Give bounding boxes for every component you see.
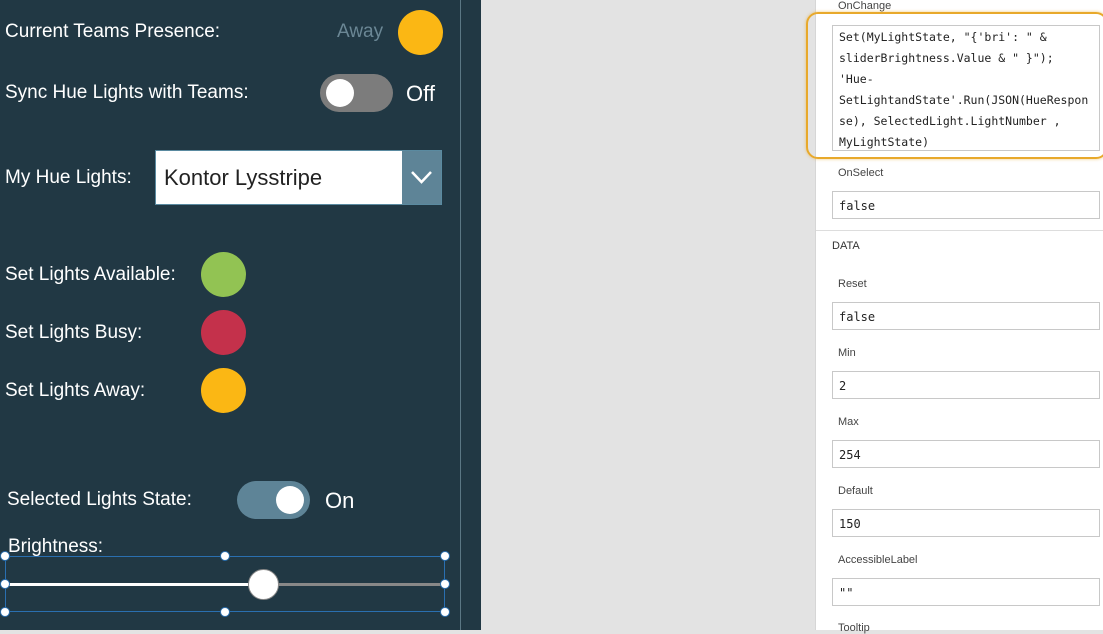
slider-track-filled [8, 583, 264, 586]
presence-value: Away [337, 21, 384, 42]
presence-label: Current Teams Presence: [5, 21, 221, 42]
min-label: Min [838, 347, 856, 359]
sync-toggle[interactable] [320, 74, 393, 112]
brightness-slider-thumb[interactable] [248, 569, 279, 600]
app-canvas: Current Teams Presence: Away Sync Hue Li… [0, 0, 460, 630]
busy-label: Set Lights Busy: [5, 322, 143, 343]
canvas-margin [461, 0, 481, 630]
state-label: Selected Lights State: [7, 489, 192, 510]
brightness-label: Brightness: [8, 536, 104, 557]
state-toggle[interactable] [237, 481, 310, 519]
resize-handle-middle-right[interactable] [440, 579, 450, 589]
max-label: Max [838, 416, 859, 428]
dropdown-selected-value: Kontor Lysstripe [164, 165, 323, 190]
onselect-label: OnSelect [838, 167, 884, 179]
reset-label: Reset [838, 278, 867, 290]
lights-label: My Hue Lights: [5, 167, 132, 188]
available-label: Set Lights Available: [5, 264, 176, 285]
sync-label: Sync Hue Lights with Teams: [5, 82, 249, 103]
presence-indicator-circle [398, 10, 443, 55]
busy-button[interactable] [201, 310, 246, 355]
away-button[interactable] [201, 368, 246, 413]
resize-handle-top-right[interactable] [440, 551, 450, 561]
data-section-header: DATA [832, 240, 860, 252]
default-label: Default [838, 485, 873, 497]
slider-track-empty [264, 583, 442, 586]
reset-field[interactable]: false [832, 302, 1100, 330]
accessible-label-label: AccessibleLabel [838, 554, 918, 566]
sync-state-text: Off [406, 81, 435, 106]
onselect-field[interactable]: false [832, 191, 1100, 219]
state-toggle-knob [276, 486, 304, 514]
lights-dropdown[interactable]: Kontor Lysstripe [155, 150, 442, 205]
accessible-label-field[interactable]: "" [832, 578, 1100, 606]
resize-handle-bottom-right[interactable] [440, 607, 450, 617]
resize-handle-bottom-left[interactable] [0, 607, 10, 617]
section-divider [816, 230, 1103, 231]
state-text: On [325, 488, 355, 513]
max-field[interactable]: 254 [832, 440, 1100, 468]
resize-handle-top-left[interactable] [0, 551, 10, 561]
chevron-down-icon[interactable] [402, 151, 441, 204]
sync-toggle-knob [326, 79, 354, 107]
resize-handle-middle-left[interactable] [0, 579, 10, 589]
formula-highlight-outline [806, 12, 1103, 159]
onchange-label: OnChange [838, 0, 892, 12]
resize-handle-top-center[interactable] [220, 551, 230, 561]
resize-handle-bottom-center[interactable] [220, 607, 230, 617]
available-button[interactable] [201, 252, 246, 297]
tooltip-label: Tooltip [838, 622, 870, 634]
default-field[interactable]: 150 [832, 509, 1100, 537]
min-field[interactable]: 2 [832, 371, 1100, 399]
away-label: Set Lights Away: [5, 380, 146, 401]
